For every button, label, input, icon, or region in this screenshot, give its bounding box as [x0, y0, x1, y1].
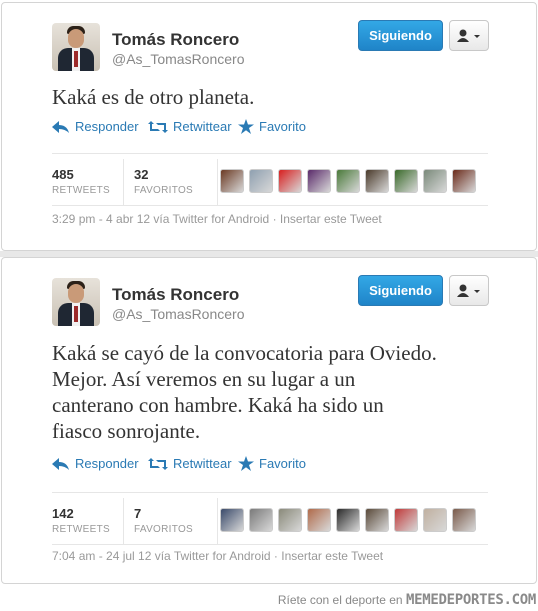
chevron-down-icon: [474, 35, 480, 38]
favorites-label: FAVORITOS: [134, 524, 194, 535]
tweet-meta: 3:29 pm - 4 abr 12 vía Twitter for Andro…: [52, 212, 382, 226]
footer-site: MEMEDEPORTES.COM: [405, 592, 536, 608]
retweet-icon: [148, 120, 168, 133]
avatar[interactable]: [52, 23, 100, 71]
retweets-stat[interactable]: 485 RETWEETS: [52, 159, 124, 205]
user-name[interactable]: Tomás Roncero: [112, 285, 239, 305]
retweet-button[interactable]: Retwittear: [148, 119, 232, 134]
screen-name[interactable]: @As_TomasRoncero: [112, 51, 245, 67]
reply-button[interactable]: Responder: [52, 456, 139, 471]
retweet-label: Retwittear: [173, 456, 232, 471]
retweeter-avatar[interactable]: [423, 508, 447, 532]
retweeter-avatar[interactable]: [394, 508, 418, 532]
retweet-icon: [148, 457, 168, 470]
user-icon: [457, 29, 480, 42]
divider: [52, 205, 488, 206]
retweet-label: Retwittear: [173, 119, 232, 134]
timestamp-link[interactable]: 7:04 am - 24 jul 12 vía Twitter for Andr…: [52, 549, 271, 563]
tweet-text-line: Mejor. Así veremos en su lugar a un: [52, 367, 356, 391]
watermark: Ríete con el deporte en MEMEDEPORTES.COM: [278, 592, 536, 608]
tweet-card: Tomás Roncero @As_TomasRoncero Siguiendo…: [1, 2, 537, 251]
tweet-text-line: canterano con hambre. Kaká ha sido un: [52, 393, 384, 417]
embed-tweet-link[interactable]: Insertar este Tweet: [281, 549, 383, 563]
retweets-count: 142: [52, 506, 74, 521]
retweeter-avatar[interactable]: [336, 508, 360, 532]
screen-name[interactable]: @As_TomasRoncero: [112, 306, 245, 322]
favorites-count: 32: [134, 167, 149, 182]
star-icon: [238, 456, 254, 471]
favorite-button[interactable]: Favorito: [238, 119, 306, 134]
divider: [52, 153, 488, 154]
user-name[interactable]: Tomás Roncero: [112, 30, 239, 50]
tweet-text: Kaká se cayó de la convocatoria para Ovi…: [52, 340, 502, 444]
embed-tweet-link[interactable]: Insertar este Tweet: [280, 212, 382, 226]
star-icon: [238, 119, 254, 134]
chevron-down-icon: [474, 290, 480, 293]
retweeter-avatar[interactable]: [278, 508, 302, 532]
retweeter-avatar[interactable]: [423, 169, 447, 193]
avatar[interactable]: [52, 278, 100, 326]
favorites-stat[interactable]: 32 FAVORITOS: [134, 159, 218, 205]
following-button[interactable]: Siguiendo: [358, 20, 443, 51]
tweet-text: Kaká es de otro planeta.: [52, 85, 255, 109]
divider: [52, 544, 488, 545]
retweeter-avatar[interactable]: [365, 508, 389, 532]
retweets-label: RETWEETS: [52, 524, 110, 535]
reply-label: Responder: [75, 119, 139, 134]
retweeter-avatar[interactable]: [394, 169, 418, 193]
favorite-label: Favorito: [259, 119, 306, 134]
tweet-meta: 7:04 am - 24 jul 12 vía Twitter for Andr…: [52, 549, 383, 563]
retweeter-avatar[interactable]: [452, 508, 476, 532]
retweets-stat[interactable]: 142 RETWEETS: [52, 498, 124, 544]
favorite-button[interactable]: Favorito: [238, 456, 306, 471]
reply-label: Responder: [75, 456, 139, 471]
retweeter-avatar[interactable]: [249, 508, 273, 532]
meta-separator: ·: [272, 212, 280, 226]
retweeter-avatar[interactable]: [220, 169, 244, 193]
retweet-button[interactable]: Retwittear: [148, 456, 232, 471]
retweets-count: 485: [52, 167, 74, 182]
tweet-card: Tomás Roncero @As_TomasRoncero Siguiendo…: [1, 257, 537, 584]
divider: [52, 492, 488, 493]
footer-tagline: Ríete con el deporte en: [277, 593, 403, 607]
retweeter-avatar[interactable]: [452, 169, 476, 193]
timestamp-link[interactable]: 3:29 pm - 4 abr 12 vía Twitter for Andro…: [52, 212, 269, 226]
reply-icon: [52, 457, 69, 470]
retweets-label: RETWEETS: [52, 185, 110, 196]
reply-button[interactable]: Responder: [52, 119, 139, 134]
retweeter-avatar[interactable]: [307, 508, 331, 532]
favorites-stat[interactable]: 7 FAVORITOS: [134, 498, 218, 544]
user-actions-dropdown[interactable]: [449, 275, 489, 306]
retweeter-avatar[interactable]: [278, 169, 302, 193]
favorites-label: FAVORITOS: [134, 185, 194, 196]
reply-icon: [52, 120, 69, 133]
retweeter-avatar[interactable]: [336, 169, 360, 193]
user-icon: [457, 284, 480, 297]
user-actions-dropdown[interactable]: [449, 20, 489, 51]
retweeter-avatar[interactable]: [220, 508, 244, 532]
retweeter-avatar[interactable]: [365, 169, 389, 193]
following-button[interactable]: Siguiendo: [358, 275, 443, 306]
favorite-label: Favorito: [259, 456, 306, 471]
tweet-text-line: fiasco sonrojante.: [52, 419, 201, 443]
tweet-text-line: Kaká se cayó de la convocatoria para Ovi…: [52, 341, 437, 365]
favorites-count: 7: [134, 506, 142, 521]
retweeter-avatar[interactable]: [249, 169, 273, 193]
retweeter-avatar[interactable]: [307, 169, 331, 193]
